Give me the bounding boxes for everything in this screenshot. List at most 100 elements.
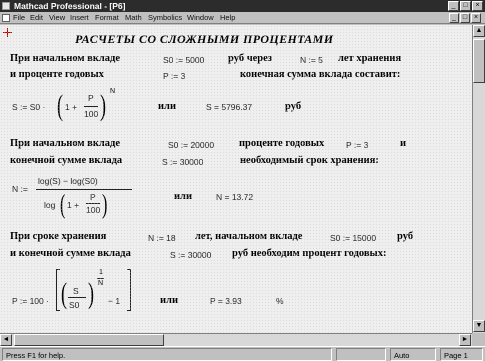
block2-text-final-sum: конечной сумме вклада (10, 155, 123, 166)
block1-formula-p: P (88, 93, 94, 103)
worksheet-title: РАСЧЕТЫ СО СЛОЖНЫМИ ПРОЦЕНТАМИ (75, 32, 334, 46)
block1-result[interactable]: S = 5796.37 (206, 102, 252, 112)
scroll-corner (472, 333, 485, 346)
scroll-left-button[interactable]: ◄ (0, 334, 12, 346)
block2-text-term-needed: необходимый срок хранения: (240, 155, 379, 166)
status-help-text: Press F1 for help. (2, 348, 332, 361)
block3-text-final-sum: и конечной сумме вклада (10, 248, 131, 259)
block2-right-paren: ) (102, 189, 108, 219)
block3-left-bracket-top (56, 269, 60, 270)
block3-left-paren: ( (61, 277, 67, 310)
menu-symbolics[interactable]: Symbolics (148, 12, 182, 24)
doc-restore-button[interactable]: □ (460, 13, 470, 23)
block1-formula-100: 100 (84, 109, 99, 119)
menu-file[interactable]: File (13, 12, 25, 24)
block2-p-definition[interactable]: P := 3 (346, 140, 368, 150)
menu-window[interactable]: Window (187, 12, 214, 24)
block3-text-rub: руб (397, 231, 414, 242)
scroll-up-button[interactable]: ▲ (473, 25, 485, 37)
mathcad-app-icon[interactable] (2, 2, 10, 10)
block3-formula-minus-one: − 1 (108, 296, 121, 306)
block3-left-bracket (56, 269, 57, 311)
block1-fraction-bar (84, 106, 98, 107)
block3-right-bracket (130, 269, 131, 311)
block2-formula-lhs: N := (12, 184, 28, 194)
block2-left-paren: ( (60, 189, 66, 219)
block2-or: или (174, 191, 192, 202)
block3-right-bracket-bottom (127, 310, 131, 311)
doc-close-button[interactable]: × (471, 13, 481, 23)
block3-s0-definition[interactable]: S0 := 15000 (330, 233, 376, 243)
menu-insert[interactable]: Insert (70, 12, 89, 24)
block2-formula-p: P (90, 192, 96, 202)
block2-fraction-bar (36, 189, 132, 190)
block1-formula-one-plus: 1 + (65, 102, 78, 112)
horizontal-scrollbar[interactable]: ◄ ► (0, 333, 472, 346)
block2-inner-fraction-bar (86, 203, 100, 204)
block1-p-definition[interactable]: P := 3 (163, 71, 185, 81)
maximize-button[interactable]: □ (460, 1, 471, 11)
insertion-crosshair-icon (3, 28, 12, 37)
block1-n-definition[interactable]: N := 5 (300, 55, 323, 65)
block2-text-initial-deposit: При начальном вкладе (10, 138, 120, 149)
block3-formula-lhs: P := 100 · (12, 296, 49, 306)
menu-edit[interactable]: Edit (30, 12, 43, 24)
block1-unit: руб (285, 101, 302, 112)
block2-s0-definition[interactable]: S0 := 20000 (168, 140, 214, 150)
block3-text-rate-needed: руб необходим процент годовых: (232, 248, 387, 259)
block3-or: или (160, 295, 178, 306)
block1-text-rub-after: руб через (228, 53, 272, 64)
vertical-scroll-thumb[interactable] (473, 39, 485, 83)
document-icon[interactable] (2, 14, 10, 22)
block3-text-years-deposit: лет, начальном вкладе (195, 231, 303, 242)
block1-text-annual-rate: и проценте годовых (10, 69, 104, 80)
title-bar: Mathcad Professional - [P6] _ □ × (0, 0, 485, 12)
block3-fraction-bar (68, 297, 86, 298)
block1-s0-definition[interactable]: S0 := 5000 (163, 55, 204, 65)
block3-n-definition[interactable]: N := 18 (148, 233, 176, 243)
block3-left-bracket-bottom (56, 310, 60, 311)
menu-view[interactable]: View (49, 12, 65, 24)
block2-result[interactable]: N = 13.72 (216, 192, 253, 202)
block2-text-annual-rate: проценте годовых (239, 138, 325, 149)
doc-minimize-button[interactable]: _ (449, 13, 459, 23)
block1-formula-lhs: S := S0 · (12, 102, 46, 112)
block2-formula-one-plus: 1 + (67, 200, 80, 210)
block3-formula-s0: S0 (69, 300, 80, 310)
menu-format[interactable]: Format (95, 12, 119, 24)
block3-exp-fraction-bar (97, 278, 104, 279)
block3-unit: % (276, 296, 284, 306)
block2-formula-den-log: log (44, 200, 56, 210)
block3-text-storage-term: При сроке хранения (10, 231, 107, 242)
block1-or: или (158, 101, 176, 112)
block3-right-paren: ) (88, 277, 94, 310)
horizontal-scroll-thumb[interactable] (14, 334, 164, 346)
block1-text-initial-deposit: При начальном вкладе (10, 53, 120, 64)
block3-right-bracket-top (127, 269, 131, 270)
block3-formula-exp-1: 1 (99, 269, 103, 276)
block3-result[interactable]: P = 3.93 (210, 296, 242, 306)
block1-formula-exponent-n: N (110, 88, 116, 95)
menu-math[interactable]: Math (125, 12, 142, 24)
block1-text-years-storage: лет хранения (338, 53, 402, 64)
block3-s-definition[interactable]: S := 30000 (170, 250, 211, 260)
block1-left-paren: ( (57, 89, 63, 122)
block2-formula-numerator: log(S) − log(S0) (38, 176, 98, 186)
block3-formula-exp-n: N (98, 280, 104, 287)
menu-bar: File Edit View Insert Format Math Symbol… (0, 12, 485, 24)
block3-formula-s: S (73, 286, 79, 296)
status-calc-mode: Auto (390, 348, 436, 361)
block2-s-definition[interactable]: S := 30000 (162, 157, 203, 167)
block2-formula-100: 100 (86, 205, 101, 215)
scroll-right-button[interactable]: ► (459, 334, 471, 346)
menu-help[interactable]: Help (220, 12, 235, 24)
window-title: Mathcad Professional - [P6] (14, 1, 126, 11)
close-button[interactable]: × (472, 1, 483, 11)
minimize-button[interactable]: _ (448, 1, 459, 11)
block1-text-final-sum: конечная сумма вклада составит: (240, 69, 401, 80)
worksheet-canvas[interactable]: РАСЧЕТЫ СО СЛОЖНЫМИ ПРОЦЕНТАМИ При начал… (0, 25, 472, 333)
block2-text-and: и (400, 138, 407, 149)
block1-right-paren: ) (100, 89, 106, 122)
scroll-down-button[interactable]: ▼ (473, 320, 485, 332)
vertical-scrollbar[interactable]: ▲ ▼ (472, 25, 485, 333)
